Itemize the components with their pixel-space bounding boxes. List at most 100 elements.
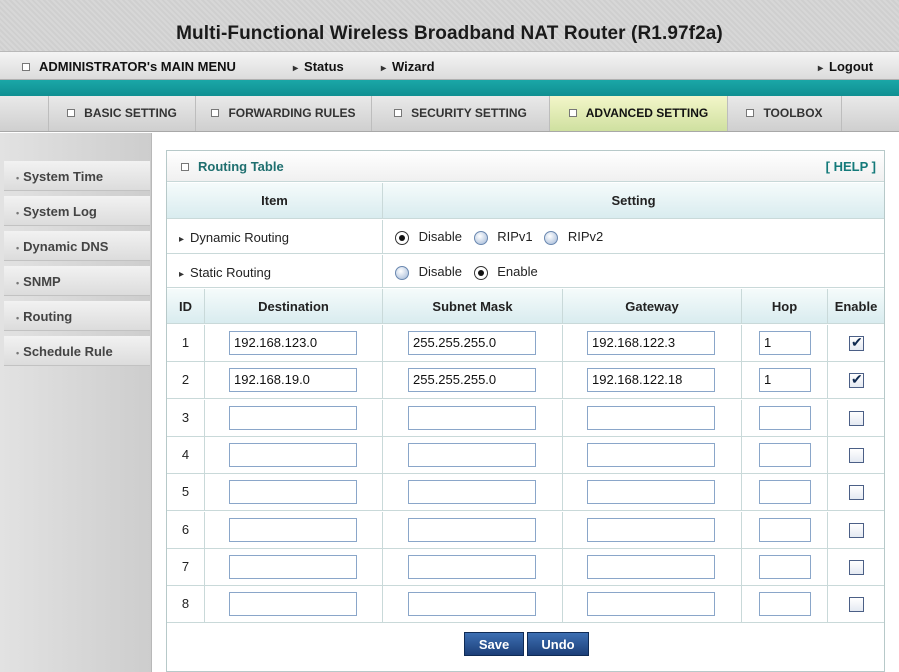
dynamic-routing-row: ▸ Dynamic Routing Disable RIPv1 RIPv2: [167, 220, 884, 254]
destination-field[interactable]: [229, 518, 357, 542]
enable-checkbox[interactable]: [849, 371, 864, 388]
column-divider: [204, 400, 205, 436]
destination-field[interactable]: [229, 555, 357, 579]
help-link[interactable]: [ HELP ]: [826, 159, 876, 174]
column-divider: [382, 549, 383, 585]
menu-logout[interactable]: ▸ Logout: [818, 59, 873, 74]
sidebar: • System Time • System Log • Dynamic DNS • S…: [0, 133, 152, 672]
routing-panel: Routing Table [ HELP ] Item Setting ▸ Dyn…: [166, 150, 885, 672]
gateway-field[interactable]: [587, 555, 715, 579]
destination-field[interactable]: 192.168.123.0: [229, 331, 357, 355]
destination-field[interactable]: [229, 406, 357, 430]
gateway-field[interactable]: [587, 443, 715, 467]
column-divider: [827, 474, 828, 510]
column-divider: [562, 512, 563, 548]
tab-label: BASIC SETTING: [84, 106, 177, 120]
menu-wizard[interactable]: ▸ Wizard: [381, 59, 435, 74]
route-id: 4: [181, 447, 190, 462]
sidebar-item-system-log[interactable]: • System Log: [4, 196, 150, 226]
route-id: 8: [181, 596, 190, 611]
table-row: 8: [167, 586, 884, 623]
enable-checkbox[interactable]: [849, 411, 864, 426]
column-divider: [562, 400, 563, 436]
hop-field[interactable]: [759, 518, 811, 542]
gateway-field[interactable]: [587, 406, 715, 430]
sidebar-item-dynamic-dns[interactable]: • Dynamic DNS: [4, 231, 150, 261]
tab-toolbox[interactable]: TOOLBOX: [728, 96, 842, 131]
enable-checkbox[interactable]: [849, 523, 864, 538]
col-subnet-mask: Subnet Mask: [432, 299, 513, 314]
subnet-mask-field[interactable]: [408, 406, 536, 430]
column-divider: [741, 437, 742, 473]
destination-field[interactable]: 192.168.19.0: [229, 368, 357, 392]
menu-status[interactable]: ▸ Status: [293, 59, 344, 74]
tab-label: SECURITY SETTING: [411, 106, 527, 120]
dynamic-ripv2-radio[interactable]: [544, 230, 559, 245]
hop-field[interactable]: [759, 406, 811, 430]
destination-field[interactable]: [229, 443, 357, 467]
subnet-mask-field[interactable]: [408, 518, 536, 542]
tab-forwarding-rules[interactable]: FORWARDING RULES: [196, 96, 372, 131]
column-divider: [827, 437, 828, 473]
enable-checkbox[interactable]: [849, 485, 864, 500]
column-divider: [204, 549, 205, 585]
dynamic-disable-radio[interactable]: [395, 230, 409, 245]
subnet-mask-field[interactable]: [408, 592, 536, 616]
subnet-mask-field[interactable]: [408, 555, 536, 579]
sidebar-item-schedule-rule[interactable]: • Schedule Rule: [4, 336, 150, 366]
route-id: 6: [181, 522, 190, 537]
subnet-mask-field[interactable]: [408, 480, 536, 504]
sidebar-item-snmp[interactable]: • SNMP: [4, 266, 150, 296]
route-id: 7: [181, 559, 190, 574]
column-divider: [204, 512, 205, 548]
sidebar-item-routing[interactable]: • Routing: [4, 301, 150, 331]
destination-field[interactable]: [229, 480, 357, 504]
tab-advanced-setting[interactable]: ADVANCED SETTING: [550, 96, 728, 131]
static-enable-radio[interactable]: [473, 265, 488, 280]
accent-bar: [0, 80, 899, 96]
menu-admin-main[interactable]: ADMINISTRATOR's MAIN MENU: [22, 59, 236, 74]
gateway-field[interactable]: [587, 480, 715, 504]
enable-checkbox[interactable]: [849, 448, 864, 463]
column-divider: [204, 586, 205, 622]
hop-field[interactable]: 1: [759, 368, 811, 392]
save-button[interactable]: Save: [464, 632, 524, 656]
column-divider: [741, 362, 742, 398]
enable-checkbox[interactable]: [849, 334, 864, 351]
static-disable-radio[interactable]: [395, 265, 409, 280]
panel-title: Routing Table: [181, 159, 284, 174]
gateway-field[interactable]: 192.168.122.18: [587, 368, 715, 392]
dynamic-ripv1-radio[interactable]: [473, 230, 488, 245]
column-divider: [827, 362, 828, 398]
destination-field[interactable]: [229, 592, 357, 616]
subnet-mask-field[interactable]: [408, 443, 536, 467]
column-divider: [382, 400, 383, 436]
enable-checkbox[interactable]: [849, 597, 864, 612]
col-gateway: Gateway: [625, 299, 679, 314]
settings-header-row: Item Setting: [167, 183, 884, 219]
hop-field[interactable]: [759, 443, 811, 467]
hop-field[interactable]: [759, 592, 811, 616]
menu-status-label: Status: [304, 59, 344, 74]
enable-checkbox[interactable]: [849, 560, 864, 575]
subnet-mask-field[interactable]: 255.255.255.0: [408, 331, 536, 355]
hop-field[interactable]: [759, 480, 811, 504]
square-bullet-icon: [394, 108, 403, 117]
hop-field[interactable]: 1: [759, 331, 811, 355]
item-header: Item: [261, 193, 288, 208]
main-menu-bar: ADMINISTRATOR's MAIN MENU ▸ Status ▸ Wizar…: [0, 52, 899, 80]
square-bullet-icon: [67, 108, 76, 117]
undo-button[interactable]: Undo: [527, 632, 589, 656]
gateway-field[interactable]: [587, 592, 715, 616]
gateway-field[interactable]: [587, 518, 715, 542]
tab-basic-setting[interactable]: BASIC SETTING: [48, 96, 196, 131]
gateway-field[interactable]: 192.168.122.3: [587, 331, 715, 355]
tab-security-setting[interactable]: SECURITY SETTING: [372, 96, 550, 131]
static-routing-options: Disable Enable: [395, 264, 538, 280]
subnet-mask-field[interactable]: 255.255.255.0: [408, 368, 536, 392]
sidebar-item-label: Routing: [23, 309, 73, 324]
hop-field[interactable]: [759, 555, 811, 579]
sidebar-item-system-time[interactable]: • System Time: [4, 161, 150, 191]
column-divider: [827, 549, 828, 585]
column-divider: [827, 586, 828, 622]
